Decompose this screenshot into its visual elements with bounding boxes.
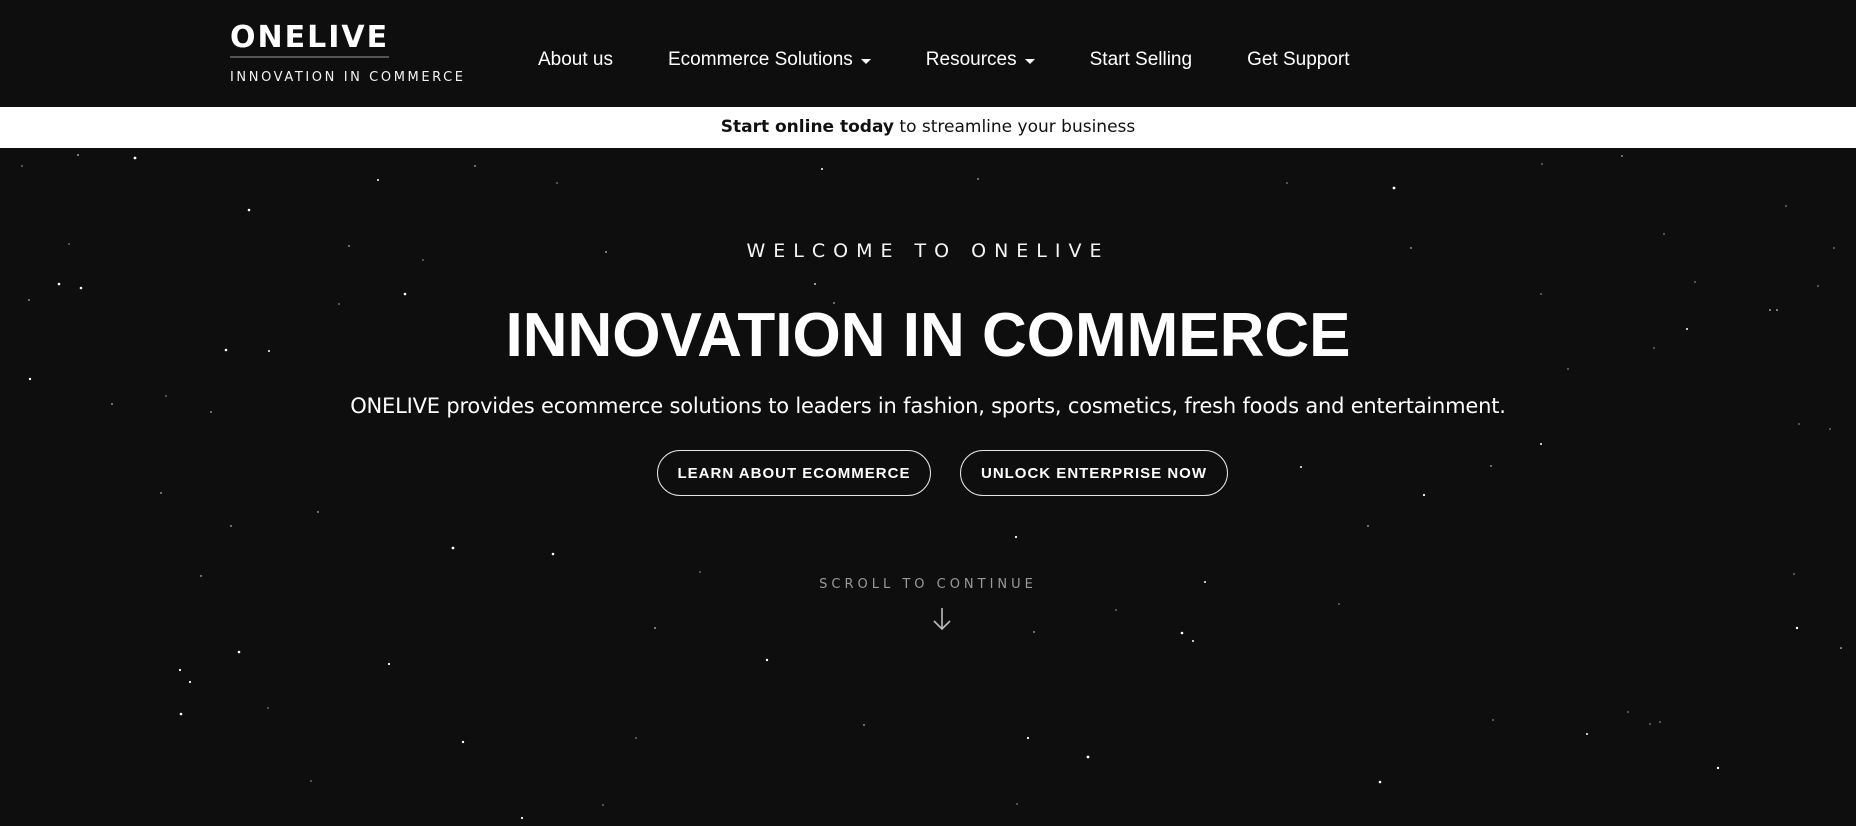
logo-tagline: INNOVATION IN COMMERCE [230, 70, 466, 85]
nav-item-label: Get Support [1247, 49, 1350, 70]
announcement-text: to streamline your business [894, 117, 1136, 137]
learn-about-ecommerce-button[interactable]: LEARN ABOUT ECOMMERCE [657, 450, 931, 496]
logo-name: ONELIVE [230, 20, 390, 58]
arrow-down-icon[interactable] [932, 606, 952, 632]
nav-item-label: Start Selling [1089, 49, 1193, 70]
nav-item-resources[interactable]: Resources [926, 48, 1035, 72]
page: ONELIVE INNOVATION IN COMMERCE About us … [0, 0, 1856, 826]
logo[interactable]: ONELIVE INNOVATION IN COMMERCE [230, 20, 466, 85]
caret-down-icon [1024, 58, 1035, 64]
nav-item-start-selling[interactable]: Start Selling [1090, 48, 1192, 72]
caret-down-icon [860, 58, 871, 64]
scroll-to-continue-label[interactable]: SCROLL TO CONTINUE [0, 577, 1856, 592]
main-nav: About us Ecommerce Solutions Resources S… [538, 48, 1405, 72]
nav-item-ecommerce-solutions[interactable]: Ecommerce Solutions [668, 48, 871, 72]
nav-item-label: Resources [925, 49, 1017, 70]
nav-item-label: Ecommerce Solutions [668, 49, 853, 70]
hero-headline: INNOVATION IN COMMERCE [505, 301, 1351, 370]
nav-item-label: About us [538, 49, 613, 70]
site-header: ONELIVE INNOVATION IN COMMERCE About us … [0, 0, 1856, 107]
hero-eyebrow: WELCOME TO ONELIVE [746, 240, 1110, 262]
nav-item-get-support[interactable]: Get Support [1247, 48, 1349, 72]
announcement-bar[interactable]: Start online today to streamline your bu… [0, 107, 1856, 148]
nav-item-about-us[interactable]: About us [538, 48, 613, 72]
announcement-bold: Start online today [720, 117, 894, 137]
hero-section: WELCOME TO ONELIVE INNOVATION IN COMMERC… [0, 148, 1856, 826]
hero-subtitle: ONELIVE provides ecommerce solutions to … [350, 394, 1506, 418]
unlock-enterprise-now-button[interactable]: UNLOCK ENTERPRISE NOW [960, 450, 1228, 496]
